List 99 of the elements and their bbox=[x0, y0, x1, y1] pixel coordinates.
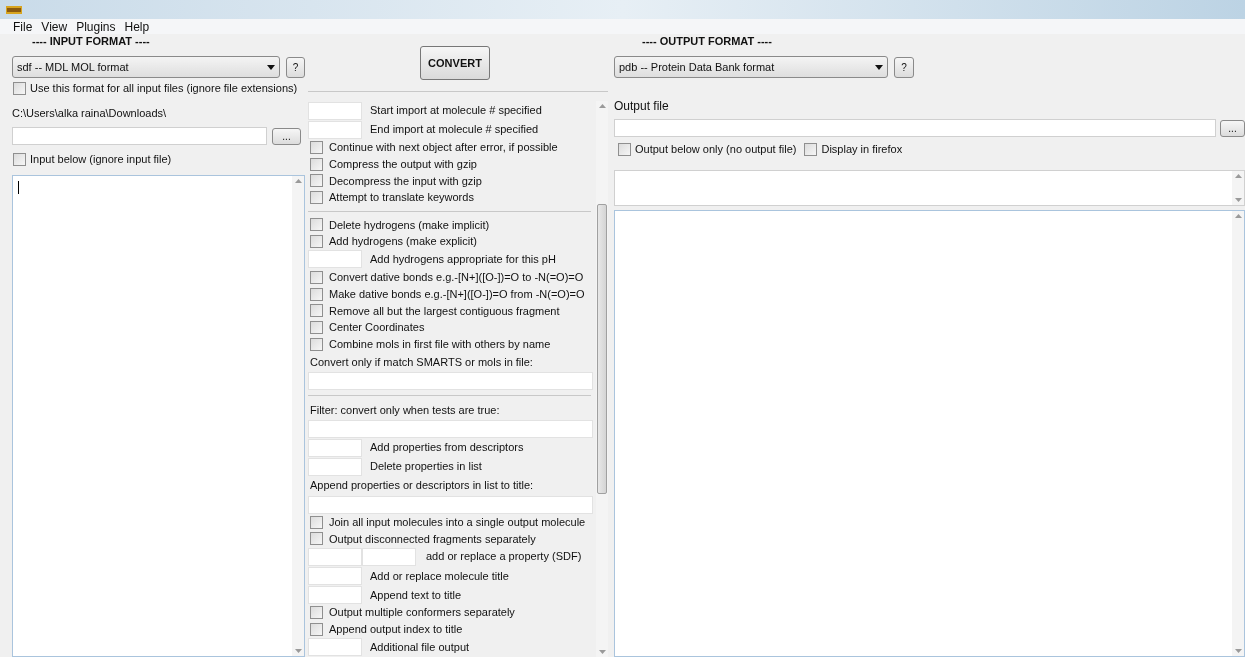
dropdown-caret-icon bbox=[875, 64, 883, 70]
scroll-down-icon bbox=[1234, 649, 1242, 653]
option-field[interactable] bbox=[308, 420, 593, 438]
checkbox[interactable] bbox=[310, 287, 323, 301]
app-icon bbox=[6, 5, 22, 14]
option-field[interactable] bbox=[308, 372, 593, 390]
option-field[interactable] bbox=[308, 585, 362, 604]
checkbox-label: Output below only (no output file) bbox=[635, 142, 797, 157]
output-file-field[interactable] bbox=[614, 119, 1216, 137]
option-label: Add hydrogens appropriate for this pH bbox=[370, 252, 556, 268]
scrollbar[interactable] bbox=[596, 101, 608, 657]
scroll-up-icon bbox=[1234, 213, 1242, 218]
help-button[interactable]: ? bbox=[286, 56, 305, 78]
scrollbar[interactable] bbox=[1232, 170, 1244, 205]
option-label: Make dative bonds e.g.-[N+]([O-])=O from -N(=O)=O bbox=[329, 286, 585, 302]
option-label: Output multiple conformers separately bbox=[329, 605, 515, 621]
scrollbar[interactable] bbox=[292, 175, 304, 656]
option-label: Append output index to title bbox=[329, 622, 463, 638]
option-label: Remove all but the largest contiguous fragment bbox=[329, 303, 560, 319]
option-field[interactable] bbox=[308, 101, 362, 120]
option-field[interactable] bbox=[308, 495, 593, 514]
checkbox[interactable] bbox=[310, 606, 323, 620]
checkbox[interactable] bbox=[310, 191, 323, 205]
option-field[interactable] bbox=[308, 457, 362, 476]
option-label: Start import at molecule # specified bbox=[370, 103, 542, 119]
checkbox-label: Display in firefox bbox=[821, 142, 903, 157]
checkbox-label: Input below (ignore input file) bbox=[30, 152, 172, 167]
browse-button[interactable]: ... bbox=[272, 127, 301, 145]
scroll-up-icon bbox=[294, 178, 302, 183]
scrollbar-thumb[interactable] bbox=[597, 204, 607, 494]
menu-item[interactable]: File bbox=[13, 17, 33, 36]
checkbox[interactable] bbox=[804, 142, 818, 156]
menu-item[interactable]: Plugins bbox=[76, 17, 116, 36]
scroll-down-icon bbox=[598, 650, 606, 654]
option-label: Append properties or descriptors in list to title: bbox=[309, 478, 535, 494]
option-label: Attempt to translate keywords bbox=[329, 190, 474, 206]
option-label: Additional file output bbox=[370, 640, 470, 656]
output-preview-area[interactable] bbox=[614, 169, 1245, 206]
option-label: Combine mols in first file with others by name bbox=[329, 336, 551, 352]
checkbox[interactable] bbox=[310, 320, 323, 334]
option-field[interactable] bbox=[308, 566, 362, 585]
option-label: Add or replace molecule title bbox=[370, 568, 509, 584]
checkbox-label: Use this format for all input files (ignore file extensions) bbox=[30, 81, 298, 96]
checkbox[interactable] bbox=[310, 141, 323, 155]
checkbox[interactable] bbox=[13, 81, 26, 95]
menu-item[interactable]: Help bbox=[124, 17, 150, 36]
option-label: Decompress the input with gzip bbox=[329, 173, 482, 189]
format-dropdown[interactable]: sdf -- MDL MOL format bbox=[12, 56, 281, 78]
option-label: Convert dative bonds e.g.-[N+]([O-])=O to -N(=O)=O bbox=[329, 270, 584, 286]
option-label: add or replace a property (SDF) bbox=[426, 549, 582, 565]
scroll-up-icon bbox=[598, 104, 606, 108]
help-button[interactable]: ? bbox=[894, 56, 914, 78]
checkbox[interactable] bbox=[310, 157, 323, 171]
scroll-down-icon bbox=[294, 649, 302, 653]
option-field[interactable] bbox=[308, 438, 362, 457]
convert-button[interactable]: CONVERT bbox=[420, 46, 490, 80]
dropdown-caret-icon bbox=[267, 64, 276, 70]
option-label: Delete properties in list bbox=[370, 459, 482, 475]
checkbox[interactable] bbox=[310, 532, 323, 546]
input-text-area[interactable] bbox=[12, 174, 305, 657]
checkbox[interactable] bbox=[310, 304, 323, 318]
input-file-field[interactable] bbox=[12, 127, 267, 145]
checkbox[interactable] bbox=[310, 622, 323, 636]
checkbox[interactable] bbox=[310, 337, 323, 351]
option-field[interactable] bbox=[308, 120, 362, 139]
option-label: Filter: convert only when tests are true: bbox=[309, 402, 501, 418]
checkbox[interactable] bbox=[618, 142, 631, 156]
option-label: Add properties from descriptors bbox=[370, 440, 524, 456]
checkbox[interactable] bbox=[310, 515, 323, 529]
option-field[interactable] bbox=[308, 250, 362, 269]
option-label: End import at molecule # specified bbox=[370, 122, 539, 138]
output-file-label: Output file bbox=[614, 98, 670, 115]
output-format-heading: ---- OUTPUT FORMAT ---- bbox=[642, 34, 773, 48]
property-name-field[interactable] bbox=[308, 547, 362, 566]
text-cursor bbox=[18, 180, 19, 194]
checkbox[interactable] bbox=[13, 152, 26, 166]
checkbox[interactable] bbox=[310, 270, 323, 284]
option-label: Center Coordinates bbox=[329, 320, 425, 336]
scroll-up-icon bbox=[1234, 173, 1242, 178]
option-label: Join all input molecules into a single output molecule bbox=[329, 514, 586, 530]
option-label: Convert only if match SMARTS or mols in file: bbox=[309, 354, 534, 370]
option-field[interactable] bbox=[308, 638, 362, 657]
option-label: Delete hydrogens (make implicit) bbox=[329, 217, 490, 233]
property-value-field[interactable] bbox=[362, 547, 416, 566]
option-label: Append text to title bbox=[370, 587, 462, 603]
menu-item[interactable]: View bbox=[41, 17, 68, 36]
option-label: Compress the output with gzip bbox=[329, 157, 477, 172]
scrollbar[interactable] bbox=[1232, 210, 1244, 656]
option-label: Output disconnected fragments separately bbox=[329, 531, 536, 547]
checkbox[interactable] bbox=[310, 174, 323, 188]
input-path: C:\Users\alka raina\Downloads\ bbox=[12, 105, 168, 121]
format-dropdown[interactable]: pdb -- Protein Data Bank format bbox=[614, 56, 888, 78]
checkbox[interactable] bbox=[310, 218, 323, 232]
input-format-heading: ---- INPUT FORMAT ---- bbox=[32, 34, 151, 48]
checkbox[interactable] bbox=[310, 235, 323, 249]
browse-button[interactable]: ... bbox=[1220, 119, 1245, 137]
option-label: Add hydrogens (make explicit) bbox=[329, 234, 477, 250]
option-label: Continue with next object after error, if possible bbox=[329, 140, 558, 156]
scroll-down-icon bbox=[1234, 197, 1242, 202]
